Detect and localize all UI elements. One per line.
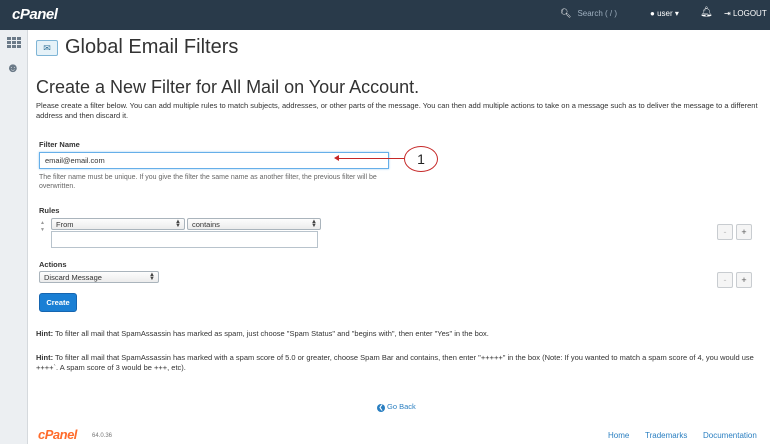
hint-text: To filter all mail that SpamAssassin has…: [53, 329, 489, 338]
search-placeholder: Search ( / ): [577, 9, 618, 18]
chevron-down-icon: ▾: [674, 9, 679, 18]
action-select[interactable]: Discard Message ▲ ▼: [39, 271, 159, 283]
rule-value-input[interactable]: [51, 231, 318, 248]
add-rule-button[interactable]: +: [736, 224, 752, 240]
footer-version: 64.0.36: [92, 433, 113, 439]
filter-name-label: Filter Name: [39, 140, 80, 149]
rule-reorder-arrows[interactable]: ▲ ▼: [40, 220, 45, 234]
remove-action-button[interactable]: -: [717, 272, 733, 288]
callout-number-badge: 1: [404, 146, 438, 172]
arrow-left-icon: ❮: [377, 404, 385, 412]
remove-rule-button[interactable]: -: [717, 224, 733, 240]
rules-label: Rules: [39, 206, 60, 215]
cpanel-logo[interactable]: cPanel: [12, 6, 58, 23]
user-label: user: [657, 9, 673, 18]
hint-spam-status: Hint: To filter all mail that SpamAssass…: [36, 329, 760, 339]
hint-prefix: Hint:: [36, 353, 54, 362]
footer-link-home[interactable]: Home: [608, 431, 629, 440]
section-title: Create a New Filter for All Mail on Your…: [36, 77, 420, 97]
email-filter-icon: ✉: [36, 40, 58, 56]
rule-operator-value: contains: [192, 219, 220, 229]
select-caret-icon: ▲ ▼: [311, 219, 317, 229]
select-caret-icon: ▲ ▼: [175, 219, 181, 229]
actions-label: Actions: [39, 260, 67, 269]
callout-arrowhead: [334, 155, 339, 161]
logout-label: LOGOUT: [732, 9, 767, 18]
select-caret-icon: ▲ ▼: [149, 272, 155, 282]
filter-name-help: The filter name must be unique. If you g…: [39, 174, 377, 190]
callout-pointer-line: [338, 158, 404, 159]
rule-field-select[interactable]: From ▲ ▼: [51, 218, 185, 230]
search-icon: 🔍︎: [560, 8, 572, 18]
hint-text: To filter all mail that SpamAssassin has…: [36, 353, 754, 372]
main-content: ✉ Global Email Filters Create a New Filt…: [28, 30, 770, 444]
logout-icon: ⇥: [724, 9, 731, 18]
hint-spam-bar: Hint: To filter all mail that SpamAssass…: [36, 353, 760, 373]
bell-icon[interactable]: 🔔︎: [700, 7, 713, 18]
action-value: Discard Message: [44, 272, 102, 282]
hint-prefix: Hint:: [36, 329, 54, 338]
add-action-button[interactable]: +: [736, 272, 752, 288]
create-button[interactable]: Create: [39, 293, 77, 312]
user-menu[interactable]: ● user ▾: [650, 9, 679, 18]
rule-field-value: From: [56, 219, 74, 229]
users-icon[interactable]: ☻: [6, 60, 20, 75]
rule-operator-select[interactable]: contains ▲ ▼: [187, 218, 321, 230]
footer-link-documentation[interactable]: Documentation: [703, 431, 757, 440]
page-title: Global Email Filters: [65, 36, 239, 58]
search-box[interactable]: 🔍︎ Search ( / ): [560, 8, 617, 19]
user-icon: ●: [650, 9, 655, 18]
go-back-label: Go Back: [387, 402, 416, 411]
intro-text: Please create a filter below. You can ad…: [36, 101, 758, 120]
sidebar: ☻: [0, 30, 28, 444]
footer-link-trademarks[interactable]: Trademarks: [645, 431, 687, 440]
footer-cpanel-logo: cPanel: [38, 427, 77, 442]
apps-grid-icon[interactable]: [7, 37, 21, 48]
go-back-link[interactable]: ❮ Go Back: [377, 402, 416, 412]
logout-button[interactable]: ⇥ LOGOUT: [724, 9, 767, 18]
top-bar: cPanel 🔍︎ Search ( / ) ● user ▾ 🔔︎ ⇥ LOGO…: [0, 0, 770, 30]
